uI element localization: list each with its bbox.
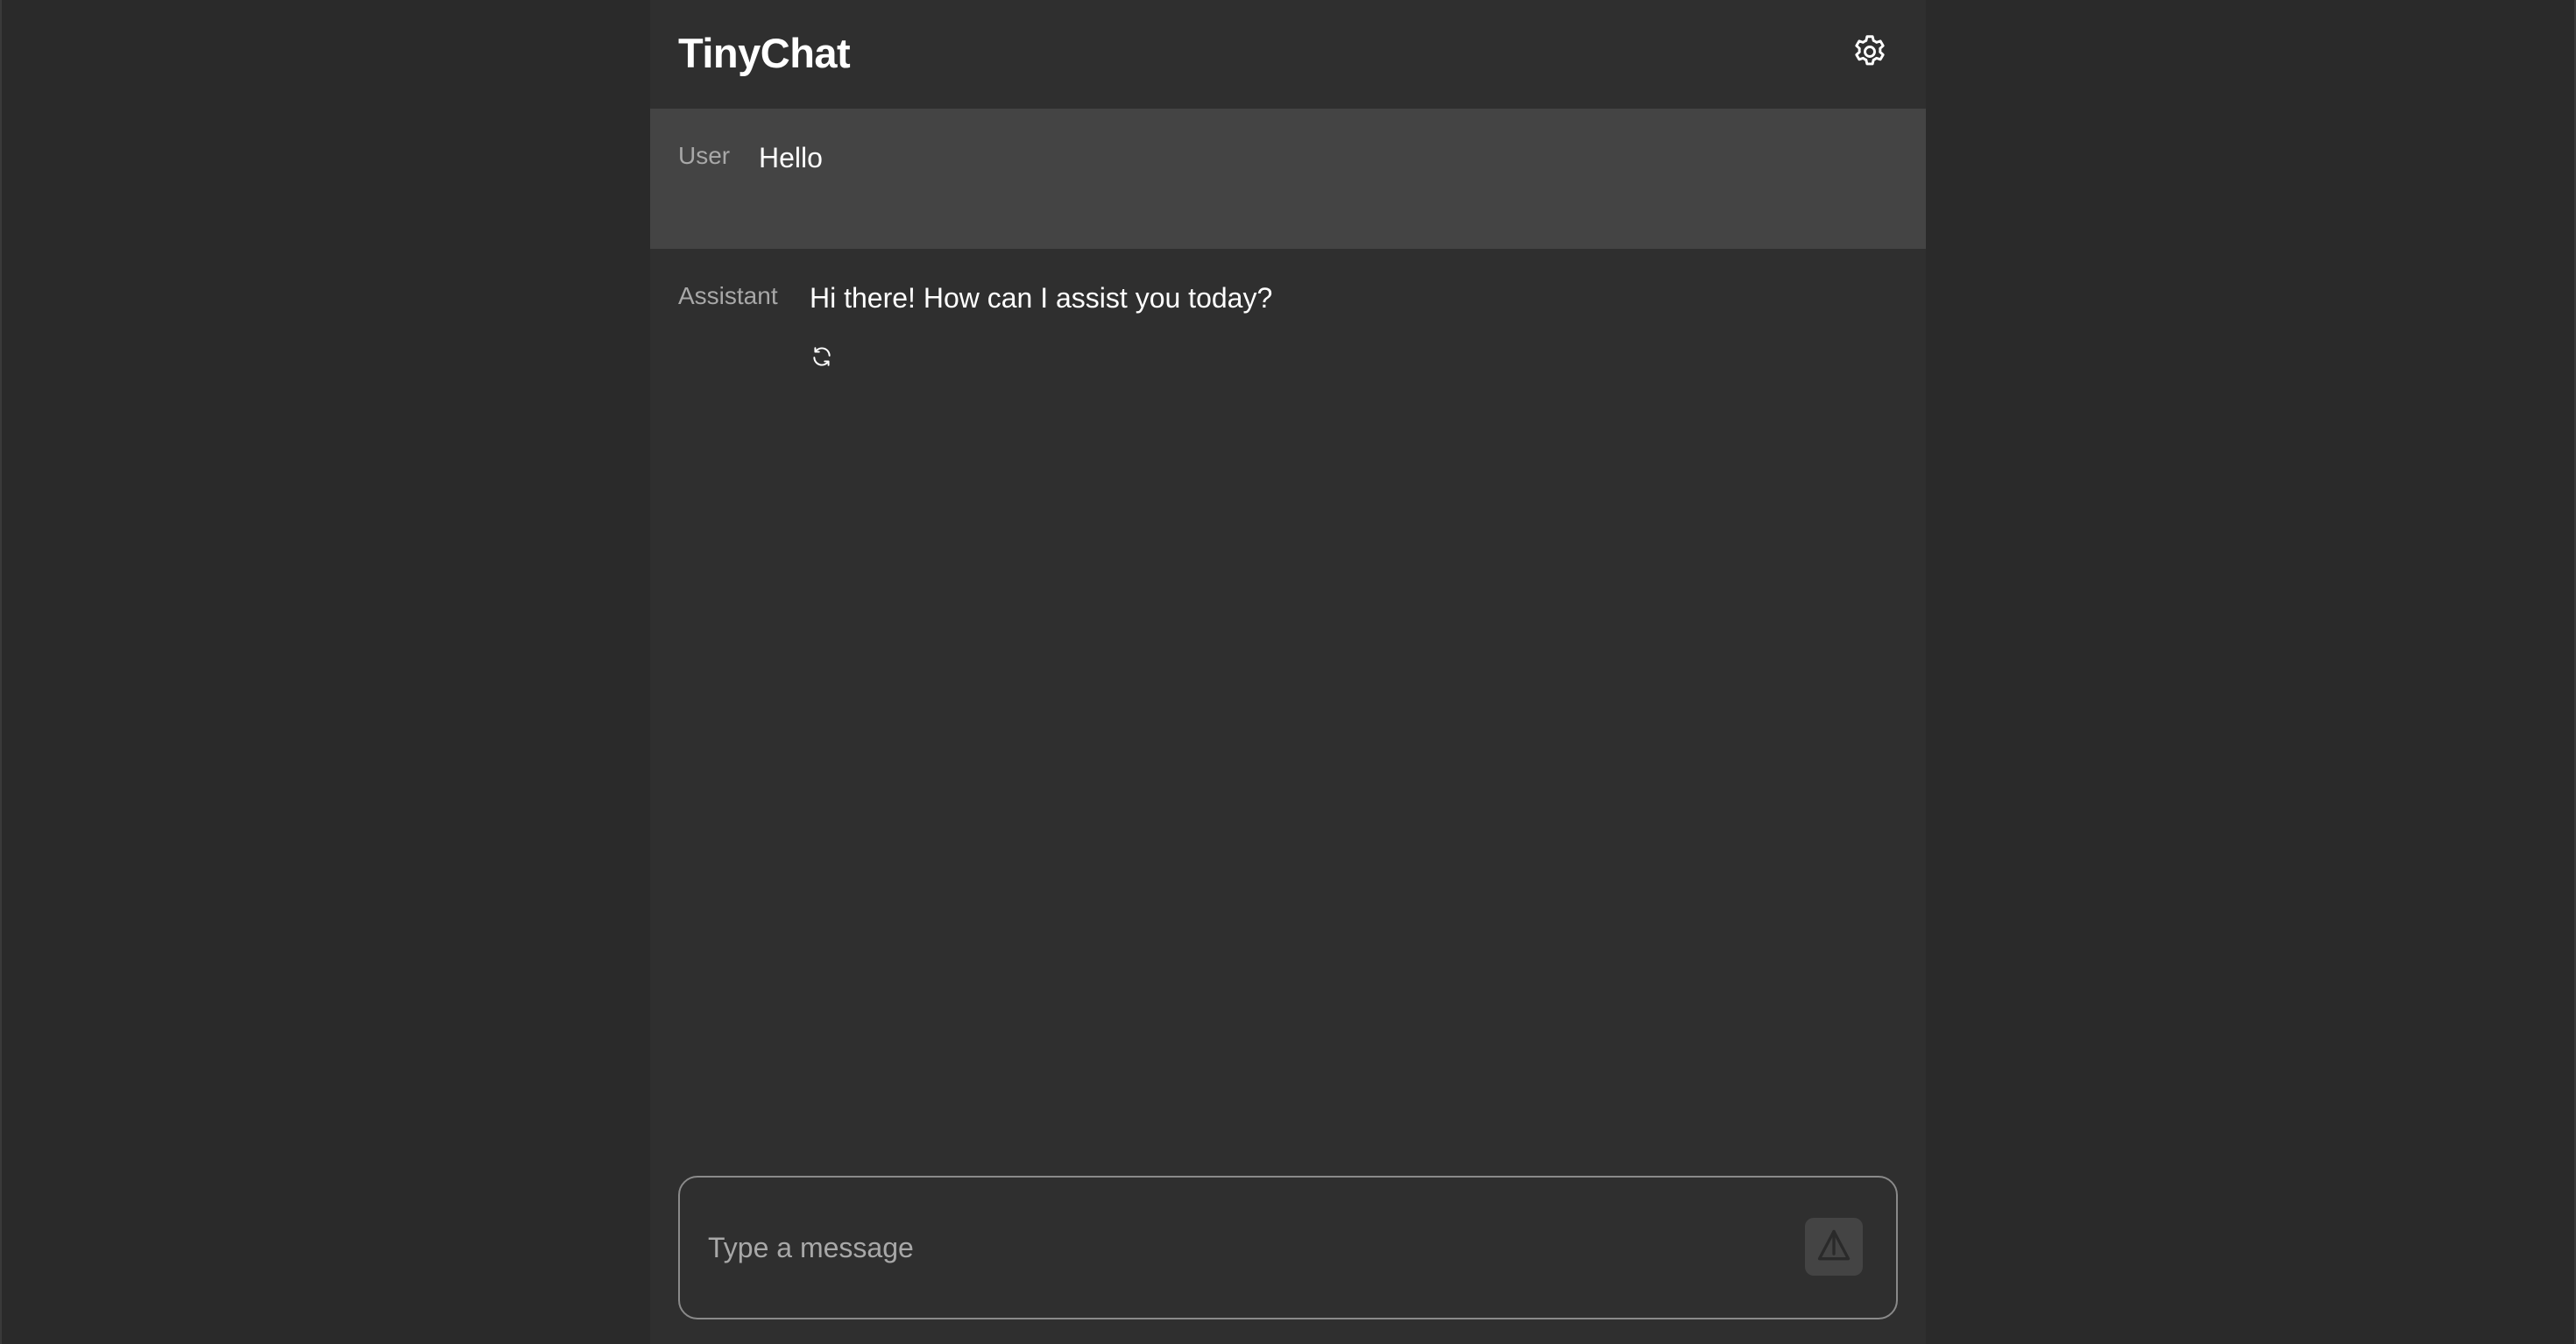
regenerate-button[interactable] [808,343,836,371]
refresh-icon [810,345,833,371]
message-text: Hello [759,142,823,173]
message-text: Hi there! How can I assist you today? [810,282,1273,314]
message-role-label: User [678,142,731,169]
chat-app: TinyChat User Hello Assistant Hi there! … [650,0,1926,1344]
message-input[interactable] [708,1221,1777,1274]
send-icon [1815,1227,1853,1268]
gear-icon [1851,32,1889,74]
header: TinyChat [650,0,1926,109]
message-role-label: Assistant [678,282,778,309]
message-assistant: Assistant Hi there! How can I assist you… [650,249,1926,415]
send-button[interactable] [1805,1218,1863,1276]
message-composer [678,1176,1898,1319]
settings-button[interactable] [1849,32,1891,74]
app-title: TinyChat [678,30,851,76]
message-list: User Hello Assistant Hi there! How can I… [650,109,1926,415]
message-user: User Hello [650,109,1926,249]
